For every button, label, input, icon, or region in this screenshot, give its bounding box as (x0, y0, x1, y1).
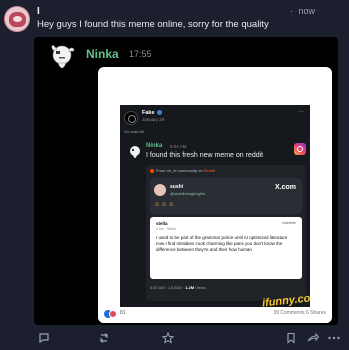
inner-time: 5:04 AM (170, 144, 187, 149)
share-icon[interactable] (305, 330, 321, 346)
love-icon (109, 310, 117, 318)
fake-sub: Go read bit (124, 129, 144, 134)
reddit-brand: Reddit (203, 168, 216, 173)
star-icon-svg (162, 332, 174, 344)
media-attachment[interactable]: Ninka 17:55 Fake January 29 ··· Go read … (34, 37, 338, 325)
stella-card: stella 4 hrs · Stella indefinite I used … (150, 217, 302, 279)
reddit-embed: From r/e_bt community on Reddit sushi @s… (146, 165, 306, 301)
comment-share-count: 39 Comments 6 Shares (273, 310, 326, 316)
share-icon-svg (307, 332, 319, 342)
post-time[interactable]: now (299, 6, 316, 16)
reaction-count: 81 (120, 310, 126, 316)
boost-icon[interactable] (96, 330, 112, 346)
card-footer: 81 39 Comments 6 Shares (98, 307, 332, 323)
star-icon[interactable] (160, 330, 176, 346)
inner-author: Ninka (146, 143, 163, 149)
inner-ninka-avatar (130, 146, 140, 158)
fake-name-text: Fake (142, 110, 155, 116)
user-display-name[interactable]: I (37, 6, 86, 17)
sushi-avatar (154, 184, 166, 196)
post-action-bar (0, 330, 349, 350)
xcom-logo: X.com (274, 184, 296, 191)
ninka-avatar (51, 44, 75, 69)
reaction-icons (104, 310, 118, 318)
sushi-card: sushi @sushibeingbrights X.com ☺☺☺ (150, 178, 302, 214)
sushi-name: sushi (170, 184, 184, 190)
reply-icon[interactable] (36, 330, 52, 346)
verified-icon (156, 110, 162, 116)
stats-views: 1.2M (185, 285, 195, 290)
post-text: Hey guys I found this meme online, sorry… (37, 19, 269, 30)
reddit-header-prefix: From r/e_bt community on (156, 168, 203, 173)
bookmark-icon-svg (287, 332, 295, 344)
more-icon[interactable] (326, 330, 342, 346)
post-header: I · now Hey guys I found this meme onlin… (0, 0, 349, 36)
user-avatar[interactable] (4, 6, 30, 32)
stella-tag: indefinite (281, 221, 296, 225)
stella-sub: 4 hrs · Stella (156, 227, 176, 231)
more-icon-svg (328, 336, 340, 340)
fake-avatar (124, 111, 138, 125)
post-meta: · now (290, 6, 318, 16)
emoji-row: ☺☺☺ (154, 202, 176, 208)
meme-screenshot: Fake January 29 ··· Go read bit Ninka 5:… (120, 105, 310, 321)
fake-date: January 29 (142, 117, 165, 122)
bookmark-icon[interactable] (283, 330, 299, 346)
stats-suffix: Views (195, 285, 206, 290)
meme-card: Fake January 29 ··· Go read bit Ninka 5:… (98, 67, 332, 323)
fake-more-icon: ··· (298, 109, 304, 115)
fake-post-header: Fake January 29 ··· Go read bit (120, 105, 310, 135)
stella-name: stella (156, 221, 168, 226)
more-dots-icon[interactable]: · (290, 6, 293, 16)
inner-message: I found this fresh new meme on reddit (146, 152, 264, 159)
stats-row: 4:57 AM · 1/13/26 · 1.2M Views (150, 285, 206, 290)
stats-time: 4:57 AM · 1/13/26 · (150, 285, 185, 290)
boost-icon-svg (100, 333, 108, 343)
instagram-icon (294, 143, 306, 155)
reddit-icon (150, 168, 154, 173)
reply-icon-svg (39, 333, 49, 344)
stella-text: I used to be part of the grammar police … (156, 235, 288, 252)
reddit-header: From r/e_bt community on Reddit (150, 168, 215, 173)
sushi-handle: @sushibeingbrights (170, 191, 206, 196)
media-time: 17:55 (129, 49, 152, 59)
fake-name: Fake (142, 110, 162, 116)
media-author-name: Ninka (86, 47, 119, 61)
